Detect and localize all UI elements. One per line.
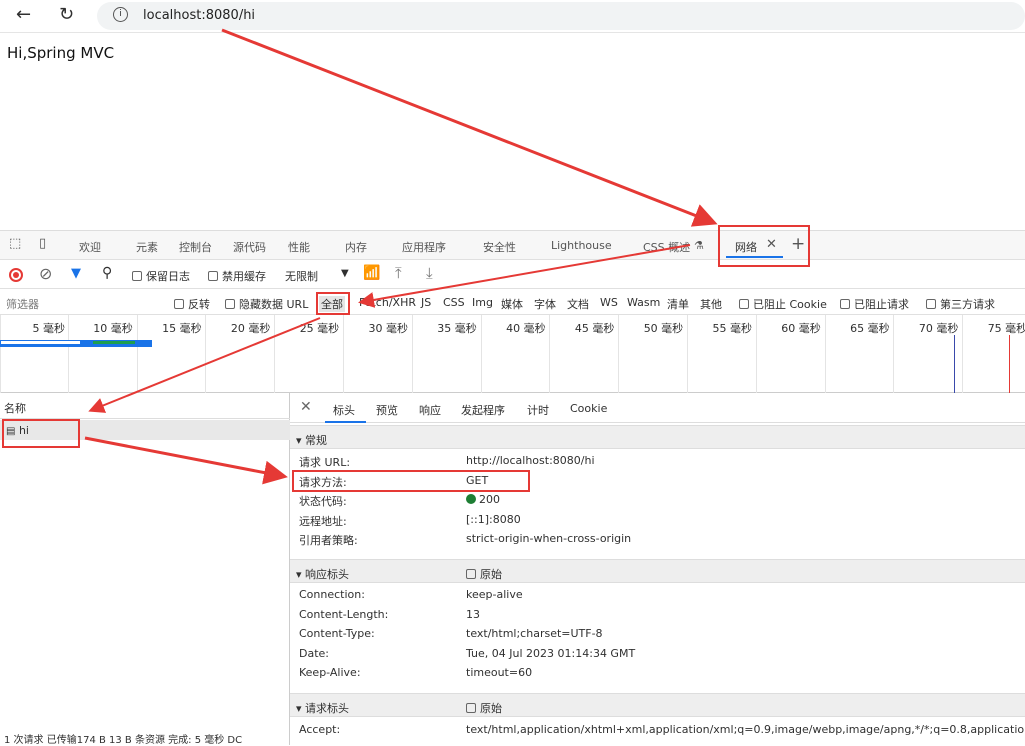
annotation-arrows (84, 28, 718, 485)
